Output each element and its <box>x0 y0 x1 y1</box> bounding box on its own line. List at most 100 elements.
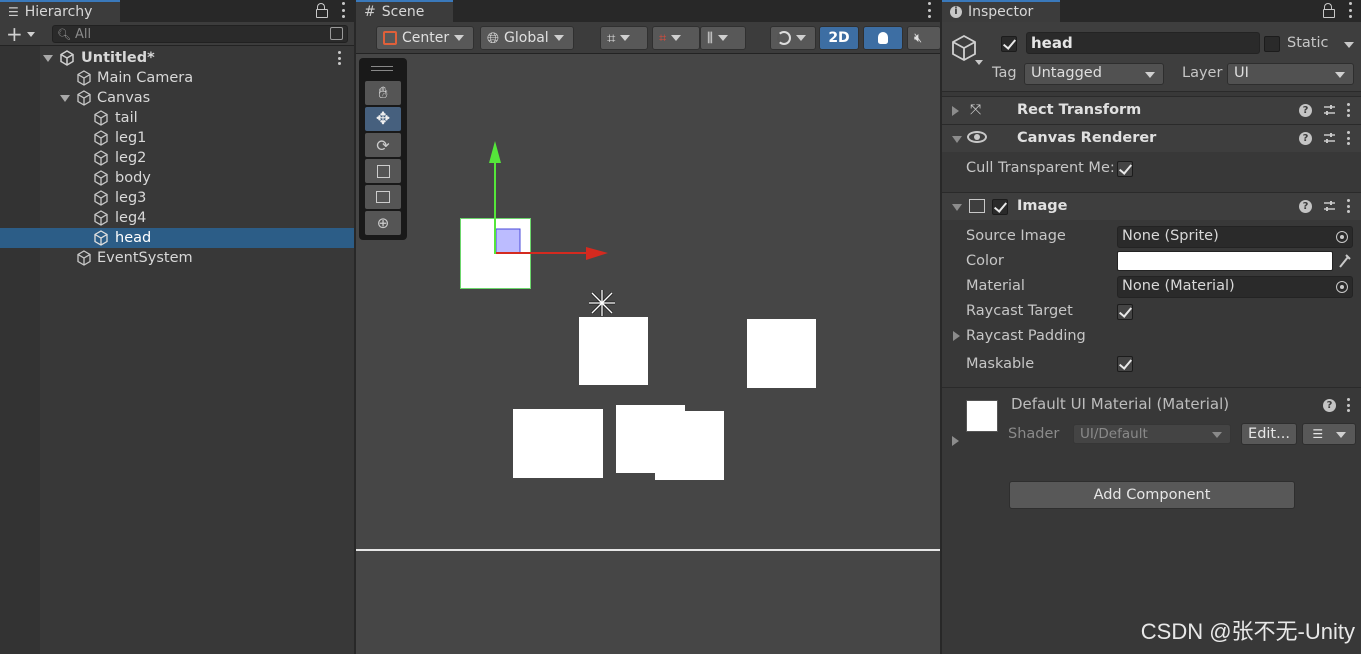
help-icon[interactable]: ? <box>1323 398 1336 412</box>
hierarchy-item-leg2[interactable]: leg2 <box>0 148 354 168</box>
maskable-checkbox[interactable] <box>1117 356 1133 372</box>
add-component-button[interactable]: Add Component <box>1009 481 1295 509</box>
hierarchy-item-leg4[interactable]: leg4 <box>0 208 354 228</box>
active-checkbox[interactable] <box>1001 36 1017 52</box>
plus-icon: + <box>6 22 23 46</box>
image-header[interactable]: Image ? <box>942 192 1361 220</box>
gameobject-cube-icon[interactable] <box>950 34 978 62</box>
info-icon: i <box>950 6 962 18</box>
scene-menu-icon[interactable] <box>338 51 342 65</box>
image-title: Image <box>1017 198 1068 214</box>
hierarchy-item-tail[interactable]: tail <box>0 108 354 128</box>
search-by-type-icon[interactable] <box>330 27 343 40</box>
hierarchy-item-label: Canvas <box>97 90 151 106</box>
hand-icon: ✋︎ <box>378 83 388 102</box>
increment-snap-button[interactable]: ⌗ <box>652 26 700 50</box>
rect-tool-button[interactable] <box>365 185 401 209</box>
component-menu-icon[interactable] <box>1347 103 1351 117</box>
material-field[interactable]: None (Material) <box>1117 276 1353 298</box>
lock-icon[interactable] <box>1323 3 1335 18</box>
tab-inspector[interactable]: i Inspector <box>942 0 1060 22</box>
rotate-icon: ⟳ <box>376 135 390 155</box>
shader-options-button[interactable]: ☰ <box>1302 423 1356 445</box>
object-picker-icon[interactable] <box>1336 281 1348 293</box>
lighting-toggle-button[interactable] <box>863 26 903 50</box>
pivot-rotation-dropdown[interactable]: 🌐︎ Global <box>480 26 574 50</box>
pivot-rotation-label: Global <box>504 30 549 46</box>
fold-arrow-icon[interactable] <box>952 136 962 143</box>
preset-sliders-icon[interactable] <box>1323 104 1336 117</box>
object-picker-icon[interactable] <box>1336 231 1348 243</box>
color-field[interactable] <box>1117 251 1333 271</box>
static-checkbox[interactable] <box>1264 36 1280 52</box>
maskable-label: Maskable <box>966 356 1035 372</box>
pivot-mode-dropdown[interactable]: Center <box>376 26 474 50</box>
create-button[interactable]: + <box>6 22 40 46</box>
raycast-target-checkbox[interactable] <box>1117 304 1133 320</box>
gameobject-icon <box>94 170 108 186</box>
help-icon[interactable]: ? <box>1299 103 1312 117</box>
fold-arrow-icon[interactable] <box>952 204 962 211</box>
toolbox-grip-icon[interactable] <box>371 66 393 71</box>
scene-root-row[interactable]: Untitled* <box>0 48 354 68</box>
help-icon[interactable]: ? <box>1299 131 1312 145</box>
audio-toggle-button[interactable]: 🔇︎ <box>907 26 940 50</box>
leg3-sprite[interactable] <box>655 411 724 480</box>
body-sprite[interactable] <box>579 317 648 385</box>
scene-menu-icon[interactable] <box>926 2 932 18</box>
tag-dropdown[interactable]: Untagged <box>1024 63 1164 85</box>
inspector-tabbar: i Inspector <box>942 0 1361 22</box>
draw-mode-dropdown[interactable] <box>770 26 816 50</box>
rotate-tool-button[interactable]: ⟳ <box>365 133 401 157</box>
hierarchy-item-leg3[interactable]: leg3 <box>0 188 354 208</box>
transform-tool-button[interactable]: ⊕ <box>365 211 401 235</box>
material-fold-icon[interactable] <box>952 436 959 446</box>
hierarchy-item-body[interactable]: body <box>0 168 354 188</box>
object-name-field[interactable]: head <box>1026 32 1260 54</box>
inspector-menu-icon[interactable] <box>1347 2 1353 18</box>
help-icon[interactable]: ? <box>1299 199 1312 213</box>
rect-transform-header[interactable]: ⤧ Rect Transform ? <box>942 96 1361 124</box>
shader-edit-button[interactable]: Edit... <box>1241 423 1297 445</box>
hierarchy-item-eventsystem[interactable]: EventSystem <box>0 248 354 268</box>
expand-arrow-icon[interactable] <box>60 95 70 102</box>
hierarchy-item-head[interactable]: head <box>0 228 354 248</box>
hand-tool-button[interactable]: ✋︎ <box>365 81 401 105</box>
hierarchy-item-leg1[interactable]: leg1 <box>0 128 354 148</box>
raycast-padding-label[interactable]: Raycast Padding <box>966 328 1086 344</box>
search-placeholder: All <box>74 26 92 42</box>
lock-icon[interactable] <box>316 3 328 18</box>
source-image-field[interactable]: None (Sprite) <box>1117 226 1353 248</box>
canvas-renderer-header[interactable]: Canvas Renderer ? <box>942 124 1361 152</box>
fold-arrow-icon[interactable] <box>952 106 959 116</box>
search-input[interactable]: 🔍︎ All <box>52 25 348 43</box>
component-menu-icon[interactable] <box>1347 131 1351 145</box>
eyedropper-icon[interactable] <box>1337 251 1353 271</box>
shader-dropdown[interactable]: UI/Default <box>1073 424 1231 444</box>
leg1-sprite[interactable] <box>513 409 603 478</box>
layer-dropdown[interactable]: UI <box>1227 63 1354 85</box>
grid-snapping-button[interactable]: ⌗ <box>600 26 648 50</box>
preset-sliders-icon[interactable] <box>1323 132 1336 145</box>
image-enabled-checkbox[interactable] <box>992 199 1008 215</box>
cull-transparent-checkbox[interactable] <box>1117 161 1133 177</box>
material-menu-icon[interactable] <box>1347 398 1351 412</box>
component-menu-icon[interactable] <box>1347 199 1351 213</box>
tab-scene[interactable]: # Scene <box>356 0 453 22</box>
expand-arrow-icon[interactable] <box>43 55 53 62</box>
hierarchy-menu-icon[interactable] <box>340 2 346 18</box>
static-chevron-down-icon[interactable] <box>1344 42 1354 48</box>
raycast-padding-fold-icon[interactable] <box>953 331 960 341</box>
scale-tool-button[interactable] <box>365 159 401 183</box>
toggle-2d-button[interactable]: 2D <box>819 26 859 50</box>
tail-sprite[interactable] <box>747 319 816 388</box>
gameobject-icon <box>77 90 91 106</box>
head-sprite[interactable] <box>460 218 531 289</box>
preset-sliders-icon[interactable] <box>1323 200 1336 213</box>
tab-hierarchy[interactable]: ☰ Hierarchy <box>0 0 120 22</box>
hierarchy-item-main-camera[interactable]: Main Camera <box>0 68 354 88</box>
hierarchy-item-canvas[interactable]: Canvas <box>0 88 354 108</box>
move-tool-button[interactable]: ✥ <box>365 107 401 131</box>
material-preview-section: Default UI Material (Material) ? Shader … <box>942 387 1361 455</box>
ruler-toggle-button[interactable]: ⫼ <box>700 26 746 50</box>
